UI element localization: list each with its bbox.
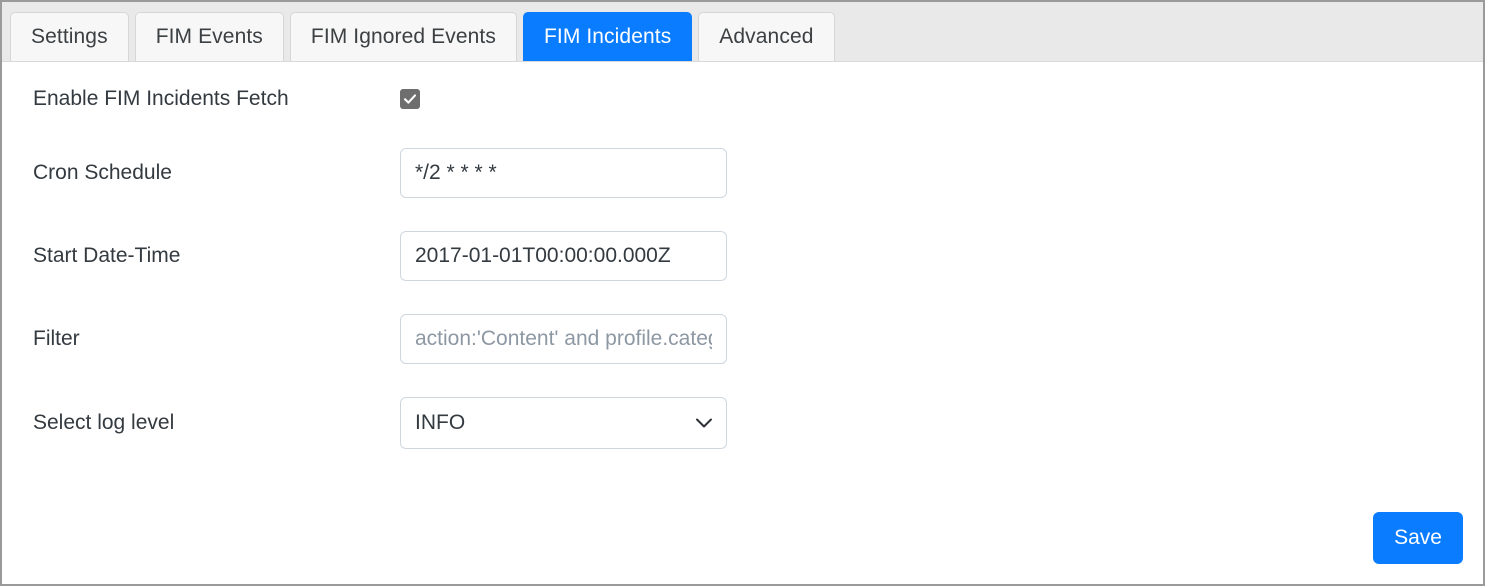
log-level-control: INFO [400,397,727,449]
enable-fetch-checkbox[interactable] [400,89,420,109]
tab-fim-events[interactable]: FIM Events [134,12,284,61]
cron-schedule-control [400,148,727,198]
tab-fim-ignored-events[interactable]: FIM Ignored Events [289,12,517,61]
tab-advanced[interactable]: Advanced [698,12,835,61]
filter-label: Filter [33,327,80,350]
tab-label: Settings [31,25,108,48]
cron-schedule-input[interactable] [400,148,727,198]
checkmark-icon [403,94,417,104]
cron-schedule-label: Cron Schedule [33,161,172,184]
row-log-level: Select log level INFO [2,397,1483,449]
row-cron-schedule: Cron Schedule [2,147,1483,199]
filter-input[interactable] [400,314,727,364]
log-level-select[interactable]: INFO [400,397,727,449]
tab-label: FIM Incidents [543,25,672,48]
tab-bar: Settings FIM Events FIM Ignored Events F… [2,2,1483,62]
tab-label: FIM Events [155,25,263,48]
tab-fim-incidents[interactable]: FIM Incidents [522,12,693,61]
tab-settings[interactable]: Settings [10,12,129,61]
settings-panel: Settings FIM Events FIM Ignored Events F… [0,0,1485,586]
row-start-date-time: Start Date-Time [2,230,1483,282]
start-date-time-label: Start Date-Time [33,244,181,267]
start-date-time-input[interactable] [400,231,727,281]
form-body: Enable FIM Incidents Fetch Cron Schedule… [2,62,1483,584]
row-enable-fetch: Enable FIM Incidents Fetch [2,73,1483,125]
start-date-time-control [400,231,727,281]
log-level-value: INFO [415,411,466,434]
tab-label: FIM Ignored Events [310,25,496,48]
log-level-select-wrap: INFO [400,397,727,449]
enable-fetch-label: Enable FIM Incidents Fetch [33,87,289,110]
save-button[interactable]: Save [1373,512,1463,564]
tab-label: Advanced [719,25,814,48]
log-level-label: Select log level [33,411,175,434]
row-filter: Filter [2,313,1483,365]
enable-fetch-control [400,89,420,109]
filter-control [400,314,727,364]
